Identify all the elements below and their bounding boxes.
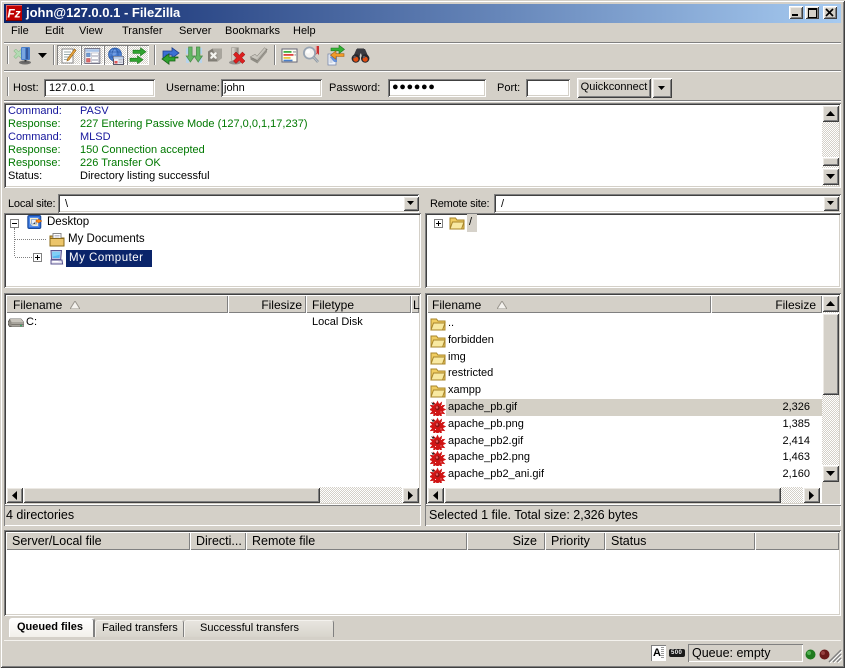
svg-text:Fz: Fz [7,7,20,21]
